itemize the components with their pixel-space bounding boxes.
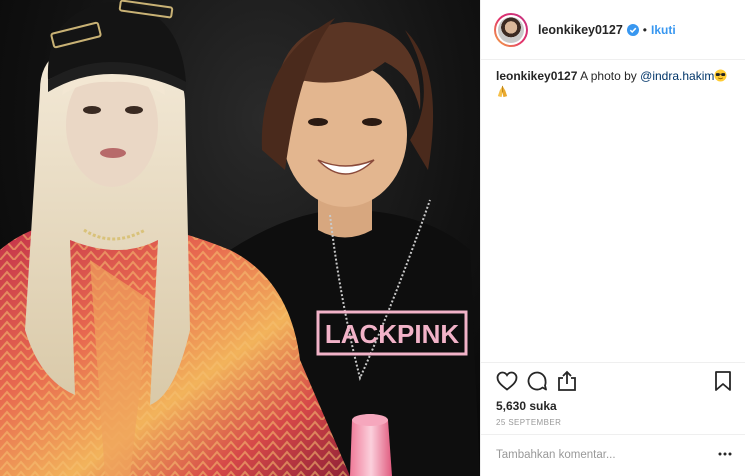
post-image: LACKPINK <box>0 0 480 476</box>
share-icon[interactable] <box>555 369 579 393</box>
post-caption: leonkikey0127 A photo by @indra.hakim <box>496 68 736 100</box>
comment-input[interactable] <box>496 444 716 466</box>
caption-text: A photo by <box>580 69 637 83</box>
header-username[interactable]: leonkikey0127 <box>538 23 623 37</box>
comment-icon[interactable] <box>525 369 549 393</box>
caption-mention[interactable]: @indra.hakim <box>640 69 714 83</box>
verified-badge-icon <box>626 23 639 36</box>
more-options-icon[interactable] <box>717 450 733 458</box>
caption-username[interactable]: leonkikey0127 <box>496 69 577 83</box>
heart-icon[interactable] <box>495 369 519 393</box>
follow-button[interactable]: Ikuti <box>651 23 676 37</box>
shirt-text: LACKPINK <box>325 319 460 349</box>
post-date: 25 SEPTEMBER <box>496 418 562 427</box>
avatar-ring <box>496 14 526 45</box>
likes-count[interactable]: 5,630 suka <box>496 399 557 413</box>
post-side-panel: leonkikey0127 • Ikuti leonkikey0127 A ph… <box>480 0 745 476</box>
sunglasses-emoji-icon <box>714 69 727 82</box>
post-header: leonkikey0127 • Ikuti <box>481 0 745 60</box>
comment-divider <box>481 434 745 435</box>
avatar-image <box>498 16 524 43</box>
post-actions <box>495 369 735 393</box>
separator-dot: • <box>642 22 647 37</box>
actions-divider <box>481 362 745 363</box>
avatar[interactable] <box>494 12 528 47</box>
folded-hands-emoji-icon <box>497 85 508 98</box>
post-photo[interactable]: LACKPINK <box>0 0 480 476</box>
bookmark-icon[interactable] <box>711 369 735 393</box>
